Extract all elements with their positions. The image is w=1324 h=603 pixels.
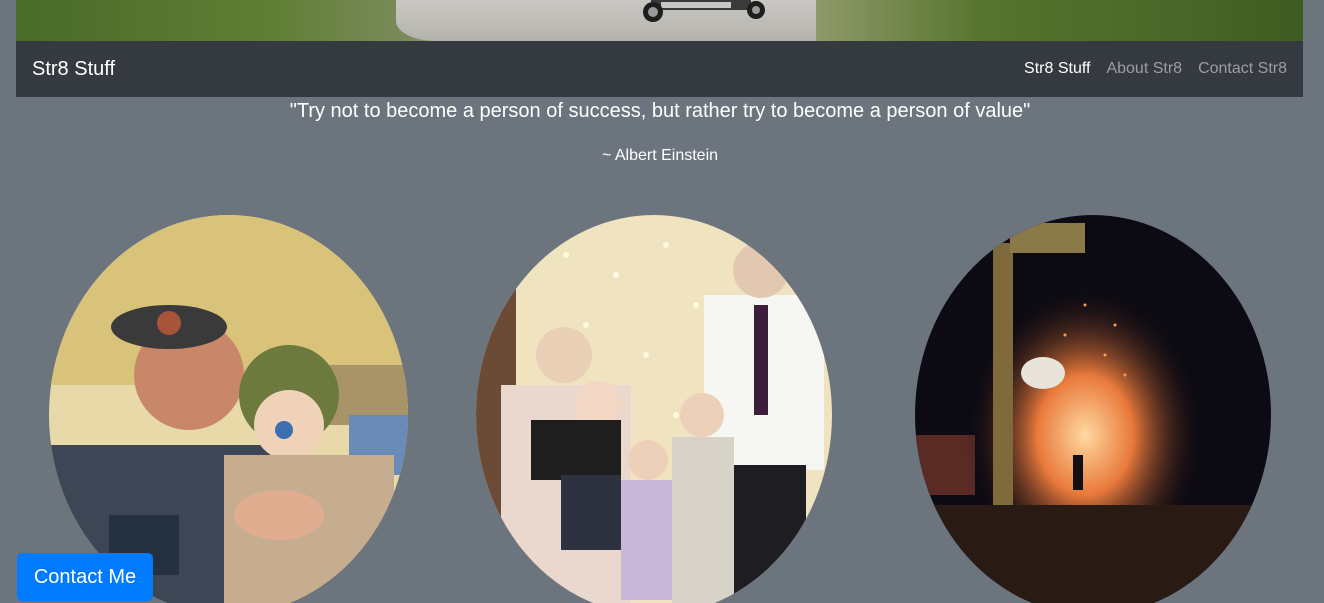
quote-text: "Try not to become a person of success, … [289,100,1031,122]
nav-link-contact-str8[interactable]: Contact Str8 [1198,60,1287,78]
navbar-brand[interactable]: Str8 Stuff [32,58,115,81]
quote-author: ~ Albert Einstein [601,147,719,164]
nav-link-str8-stuff[interactable]: Str8 Stuff [1024,60,1090,78]
nav-link-about-str8[interactable]: About Str8 [1106,60,1182,78]
photo-man-with-baby [49,215,408,603]
contact-me-button[interactable]: Contact Me [17,553,153,601]
photo-night-fire-sparks [915,215,1271,603]
navbar: Str8 Stuff Str8 Stuff About Str8 Contact… [16,41,1303,97]
photo-family-children [476,215,832,603]
header-banner-image [16,0,1303,41]
motorcycle-image [643,0,765,22]
nav-links: Str8 Stuff About Str8 Contact Str8 [1024,60,1287,78]
